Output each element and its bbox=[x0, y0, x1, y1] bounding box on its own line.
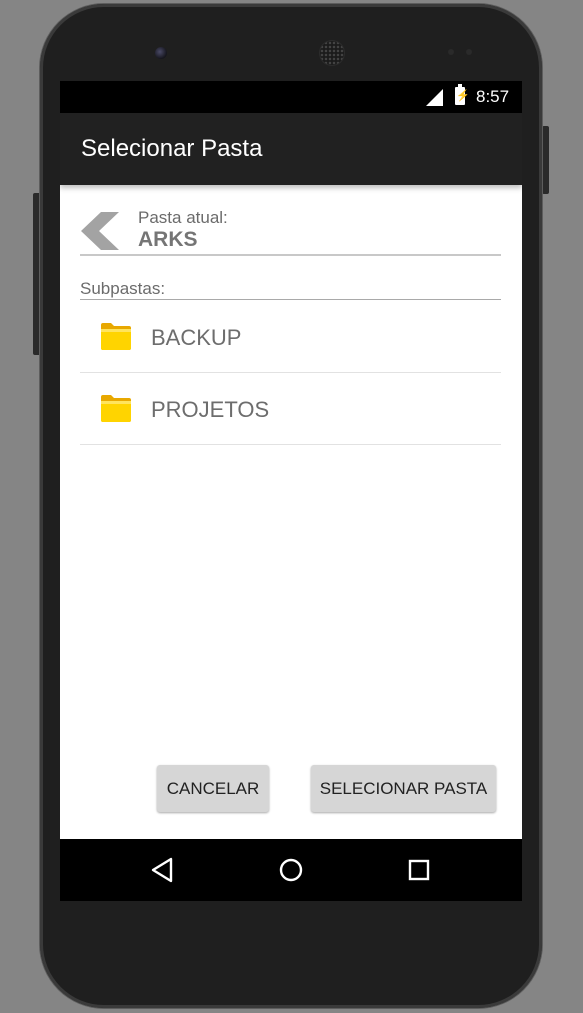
screen: ⚡ 8:57 Selecionar Pasta Pasta atual: ARK… bbox=[60, 81, 522, 901]
power-button bbox=[542, 126, 549, 194]
recents-button[interactable] bbox=[405, 856, 433, 884]
folder-name: BACKUP bbox=[151, 325, 242, 350]
navigation-bar bbox=[60, 839, 522, 901]
select-folder-button[interactable]: SELECIONAR PASTA bbox=[311, 765, 496, 812]
current-folder-name: ARKS bbox=[138, 228, 198, 251]
divider bbox=[80, 254, 501, 256]
recents-square-icon bbox=[408, 859, 430, 881]
proximity-sensor bbox=[448, 49, 454, 55]
page-title: Selecionar Pasta bbox=[81, 135, 263, 162]
list-item[interactable]: BACKUP bbox=[80, 301, 501, 373]
subfolders-label: Subpastas: bbox=[80, 279, 166, 298]
cancel-button[interactable]: CANCELAR bbox=[157, 765, 269, 812]
app-bar: Selecionar Pasta bbox=[60, 113, 522, 185]
home-button[interactable] bbox=[277, 856, 305, 884]
folder-icon bbox=[101, 323, 131, 350]
earpiece-speaker bbox=[320, 41, 344, 65]
back-button[interactable] bbox=[149, 856, 177, 884]
chevron-left-icon bbox=[81, 212, 119, 250]
folder-icon bbox=[101, 395, 131, 422]
home-circle-icon bbox=[279, 858, 303, 882]
signal-icon bbox=[426, 89, 443, 106]
parent-folder-button[interactable] bbox=[79, 210, 121, 252]
light-sensor bbox=[466, 49, 472, 55]
battery-charging-icon: ⚡ bbox=[455, 84, 470, 105]
current-folder-label: Pasta atual: bbox=[138, 208, 228, 227]
list-item[interactable]: PROJETOS bbox=[80, 373, 501, 445]
front-camera bbox=[155, 47, 167, 59]
folder-name: PROJETOS bbox=[151, 397, 270, 422]
status-bar: ⚡ 8:57 bbox=[60, 81, 522, 113]
divider bbox=[80, 299, 501, 300]
status-time: 8:57 bbox=[476, 87, 510, 106]
back-triangle-icon bbox=[151, 857, 173, 883]
